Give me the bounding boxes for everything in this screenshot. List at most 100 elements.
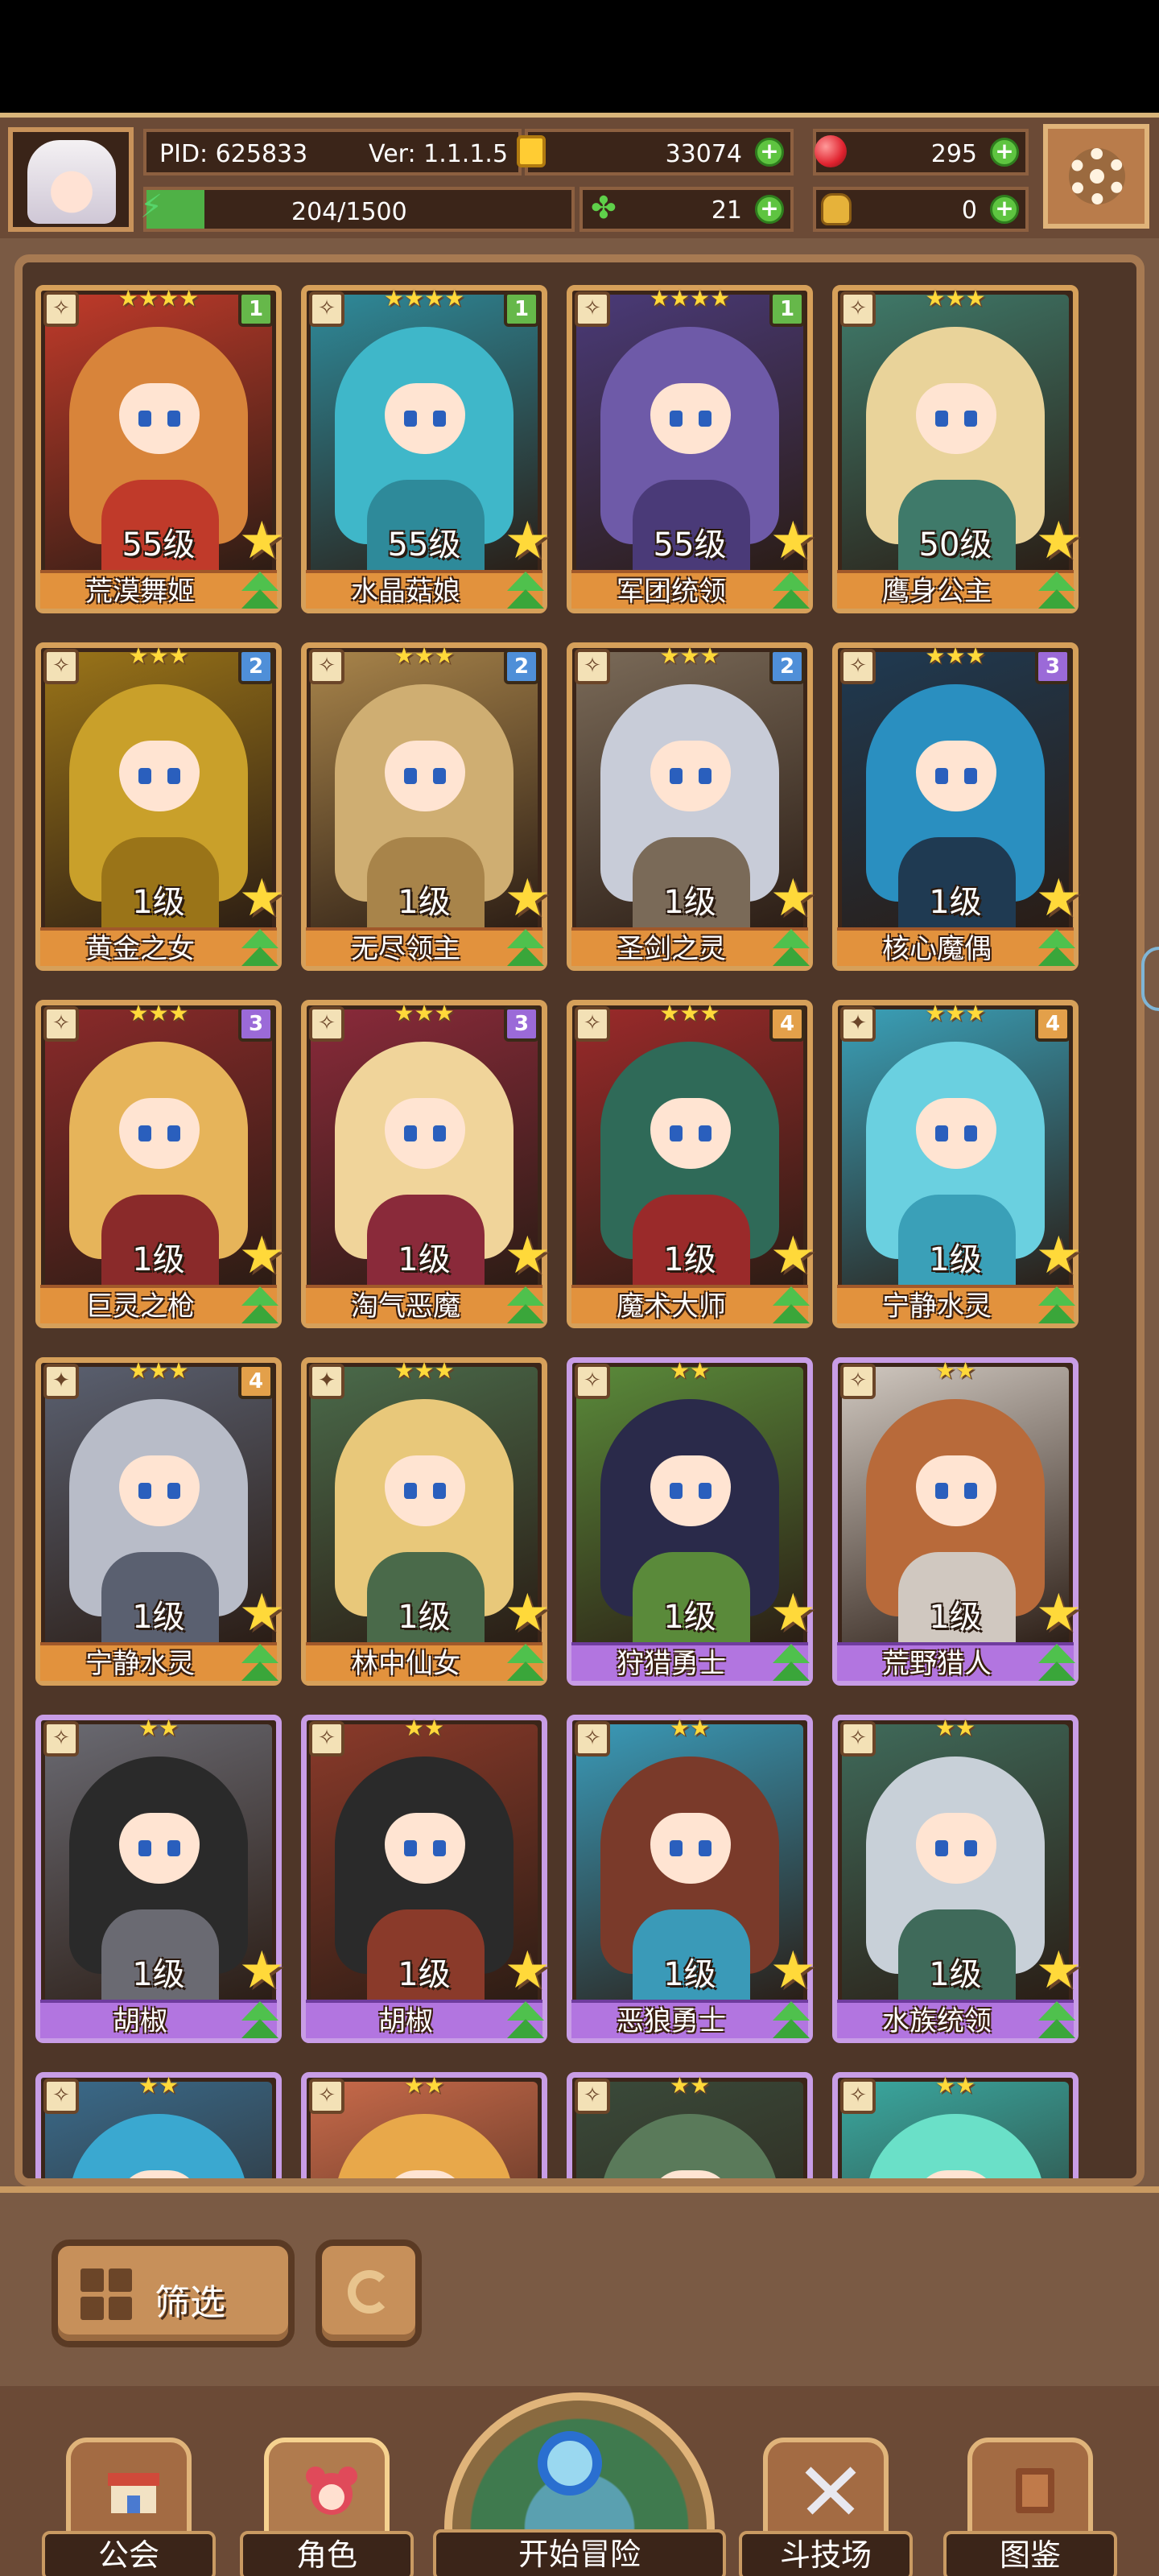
- character-grid[interactable]: ✧ ★★★★ 1 55级 荒漠舞姬 ★ ✧ ★★★★ 1 55级 水晶菇娘 ★ ✧ ★★★★ 1 55级 军团统…: [14, 254, 1145, 2186]
- add-gold-button[interactable]: +: [755, 138, 784, 167]
- gem-box: 295 +: [813, 129, 1029, 175]
- bag-icon: [821, 193, 852, 225]
- tier-badge: 3: [1035, 649, 1070, 684]
- star-upgrade-icon[interactable]: ★: [505, 873, 551, 924]
- bottom-panel: 筛选 公会 角色 开始冒险 斗技场 图鉴: [0, 2186, 1159, 2576]
- character-card[interactable]: ✧ ★★★ 2 1级 黄金之女 ★: [35, 642, 285, 971]
- add-bag-button[interactable]: +: [990, 195, 1019, 224]
- character-card[interactable]: ✧ ★★★★ 1 55级 水晶菇娘 ★: [301, 285, 551, 613]
- star-upgrade-icon[interactable]: ★: [1036, 1587, 1082, 1639]
- star-upgrade-icon[interactable]: ★: [505, 1587, 551, 1639]
- character-name: 鹰身公主: [882, 576, 992, 608]
- star-upgrade-icon[interactable]: ★: [1036, 1945, 1082, 1996]
- character-card[interactable]: ✧ ★★★ 4 1级 魔术大师 ★: [567, 1000, 816, 1328]
- character-card[interactable]: ✧ ★★ 1级 胡椒 ★: [301, 1715, 551, 2043]
- nav-tab-codex[interactable]: 图鉴: [943, 2421, 1117, 2576]
- level-up-arrow-icon[interactable]: [238, 1283, 282, 1327]
- rank-stars: ★★: [403, 1715, 445, 1741]
- tier-badge: 2: [769, 649, 805, 684]
- nav-tab-arena[interactable]: 斗技场: [739, 2421, 913, 2576]
- rank-stars: ★★: [934, 2072, 976, 2099]
- character-name: 胡椒: [113, 2005, 167, 2037]
- character-card[interactable]: ✧ ★★★★ 1 55级 军团统领 ★: [567, 285, 816, 613]
- level-up-arrow-icon[interactable]: [238, 1641, 282, 1684]
- level-up-arrow-icon[interactable]: [1035, 1283, 1079, 1327]
- filter-button[interactable]: 筛选: [52, 2240, 295, 2347]
- tier-badge: 4: [238, 1364, 274, 1399]
- level-up-arrow-icon[interactable]: [504, 1998, 547, 2041]
- star-upgrade-icon[interactable]: ★: [505, 1945, 551, 1996]
- energy-icon: ⚡: [140, 188, 163, 225]
- character-card[interactable]: ✧ ★★ 1级 水族统领 ★: [832, 1715, 1082, 2043]
- character-card[interactable]: ✧ ★★ 1级 胡椒 ★: [35, 1715, 285, 2043]
- tier-badge: 2: [238, 649, 274, 684]
- character-card[interactable]: ✧ ★★★ 3 1级 淘气恶魔 ★: [301, 1000, 551, 1328]
- star-upgrade-icon[interactable]: ★: [770, 1230, 816, 1282]
- level-up-arrow-icon[interactable]: [769, 1998, 813, 2041]
- rank-stars: ★★★: [925, 285, 986, 312]
- add-gems-button[interactable]: +: [990, 138, 1019, 167]
- level-up-arrow-icon[interactable]: [504, 1283, 547, 1327]
- star-upgrade-icon[interactable]: ★: [239, 1587, 285, 1639]
- star-upgrade-icon[interactable]: ★: [239, 873, 285, 924]
- level-up-arrow-icon[interactable]: [238, 568, 282, 612]
- character-card[interactable]: ✧ ★★★ 50级 鹰身公主 ★: [832, 285, 1082, 613]
- rank-stars: ★★: [669, 1357, 711, 1384]
- player-avatar[interactable]: [8, 127, 134, 232]
- level-up-arrow-icon[interactable]: [238, 926, 282, 969]
- character-card[interactable]: ✧ ★★★ 2 1级 无尽领主 ★: [301, 642, 551, 971]
- level-up-arrow-icon[interactable]: [504, 1641, 547, 1684]
- star-upgrade-icon[interactable]: ★: [1036, 515, 1082, 567]
- character-card[interactable]: ✧ ★★★ 2 1级 圣剑之灵 ★: [567, 642, 816, 971]
- level-up-arrow-icon[interactable]: [504, 568, 547, 612]
- start-adventure-button[interactable]: 开始冒险: [433, 2386, 726, 2576]
- rank-stars: ★★: [403, 2072, 445, 2099]
- level-up-arrow-icon[interactable]: [238, 1998, 282, 2041]
- crossed-swords-icon: [805, 2467, 856, 2515]
- star-upgrade-icon[interactable]: ★: [770, 1945, 816, 1996]
- level-up-arrow-icon[interactable]: [1035, 1641, 1079, 1684]
- character-card[interactable]: ✧ ★★★★ 1 55级 荒漠舞姬 ★: [35, 285, 285, 613]
- character-card[interactable]: ✧ ★★★ 3 1级 核心魔偶 ★: [832, 642, 1082, 971]
- character-card[interactable]: ✧★★★: [35, 2072, 282, 2178]
- star-upgrade-icon[interactable]: ★: [770, 873, 816, 924]
- level-up-arrow-icon[interactable]: [769, 1283, 813, 1327]
- star-upgrade-icon[interactable]: ★: [770, 515, 816, 567]
- clover-icon: ✤: [591, 190, 617, 225]
- character-card[interactable]: ✧ ★★ 1级 荒野猎人 ★: [832, 1357, 1082, 1686]
- star-upgrade-icon[interactable]: ★: [770, 1587, 816, 1639]
- refresh-button[interactable]: [316, 2240, 422, 2347]
- character-card[interactable]: ✧ ★★ 1级 狩猎勇士 ★: [567, 1357, 816, 1686]
- level-up-arrow-icon[interactable]: [1035, 1998, 1079, 2041]
- star-upgrade-icon[interactable]: ★: [239, 1945, 285, 1996]
- star-upgrade-icon[interactable]: ★: [1036, 873, 1082, 924]
- star-upgrade-icon[interactable]: ★: [239, 515, 285, 567]
- level-up-arrow-icon[interactable]: [769, 926, 813, 969]
- nav-tab-roles[interactable]: 角色: [240, 2421, 414, 2576]
- character-card[interactable]: ✧★★★: [832, 2072, 1079, 2178]
- character-card[interactable]: ✧★★★: [567, 2072, 813, 2178]
- star-upgrade-icon[interactable]: ★: [239, 1230, 285, 1282]
- star-upgrade-icon[interactable]: ★: [505, 515, 551, 567]
- level-up-arrow-icon[interactable]: [504, 926, 547, 969]
- character-card[interactable]: ✧ ★★★ 3 1级 巨灵之枪 ★: [35, 1000, 285, 1328]
- character-card[interactable]: ✧ ★★ 1级 恶狼勇士 ★: [567, 1715, 816, 2043]
- level-up-arrow-icon[interactable]: [1035, 926, 1079, 969]
- star-upgrade-icon[interactable]: ★: [1036, 1230, 1082, 1282]
- character-card[interactable]: ✧★★★: [301, 2072, 547, 2178]
- level-up-arrow-icon[interactable]: [769, 1641, 813, 1684]
- character-card[interactable]: ✦ ★★★ 4 1级 宁静水灵 ★: [832, 1000, 1082, 1328]
- side-handle[interactable]: [1141, 947, 1159, 1011]
- level-up-arrow-icon[interactable]: [769, 568, 813, 612]
- character-name: 狩猎勇士: [617, 1648, 726, 1680]
- tier-badge: 3: [504, 1006, 539, 1042]
- nav-tab-guild[interactable]: 公会: [42, 2421, 216, 2576]
- energy-bar: ⚡ 204/1500: [140, 187, 575, 232]
- star-upgrade-icon[interactable]: ★: [505, 1230, 551, 1282]
- level-up-arrow-icon[interactable]: [1035, 568, 1079, 612]
- character-card[interactable]: ✦ ★★★ 4 1级 宁静水灵 ★: [35, 1357, 285, 1686]
- character-card[interactable]: ✦ ★★★ 1级 林中仙女 ★: [301, 1357, 551, 1686]
- add-clover-button[interactable]: +: [755, 195, 784, 224]
- game-version: Ver: 1.1.1.5: [369, 140, 509, 168]
- settings-button[interactable]: [1043, 124, 1149, 229]
